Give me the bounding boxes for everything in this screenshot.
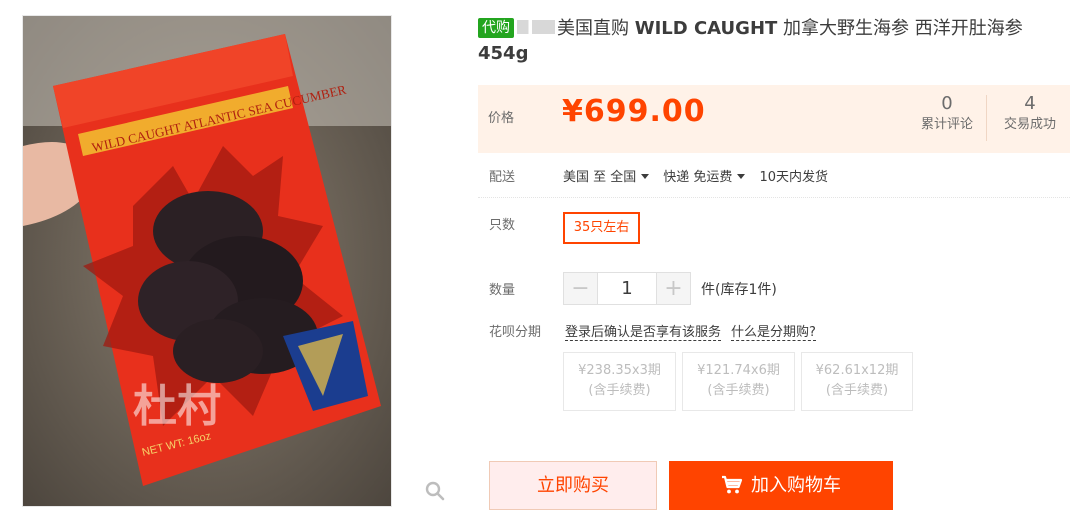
watermark-text: 杜村 xyxy=(133,381,221,432)
huabei-login-link[interactable]: 登录后确认是否享有该服务 xyxy=(565,325,722,341)
delivery-label: 配送 xyxy=(489,170,516,185)
redacted-brand xyxy=(517,20,555,34)
delivery-info: 美国 至 全国 快递 免运费 10天内发货 xyxy=(563,166,828,185)
zoom-icon[interactable] xyxy=(424,480,446,502)
trade-stat: 4 交易成功 xyxy=(994,93,1066,135)
sku-label: 只数 xyxy=(489,218,516,233)
trade-label: 交易成功 xyxy=(1003,117,1056,132)
price-label: 价格 xyxy=(488,111,515,126)
divider xyxy=(478,197,1070,198)
shipping-method: 快递 免运费 xyxy=(663,170,733,185)
title-text-2: 加拿大野生海参 西洋开肚海参 xyxy=(777,18,1023,39)
daigou-tag: 代购 xyxy=(478,18,514,38)
quantity-label: 数量 xyxy=(489,283,516,298)
quantity-input[interactable]: 1 xyxy=(597,273,657,304)
add-to-cart-button[interactable]: 加入购物车 xyxy=(669,461,893,510)
sku-option-35[interactable]: 35只左右 xyxy=(563,212,640,244)
price-value: ¥699.00 xyxy=(562,94,706,129)
quantity-plus-button[interactable]: + xyxy=(657,273,690,304)
product-photo: WILD CAUGHT ATLANTIC SEA CUCUMBER NET WT… xyxy=(23,16,391,506)
chevron-down-icon xyxy=(737,174,746,179)
cart-icon xyxy=(722,475,743,494)
title-bold-1: WILD CAUGHT xyxy=(634,18,778,39)
chevron-down-icon xyxy=(641,174,650,179)
product-image[interactable]: WILD CAUGHT ATLANTIC SEA CUCUMBER NET WT… xyxy=(22,15,392,507)
title-bold-2: 454g xyxy=(478,43,529,64)
huabei-info: 登录后确认是否享有该服务 什么是分期购? xyxy=(565,321,816,341)
shipping-method-select[interactable]: 快递 免运费 xyxy=(663,170,759,185)
review-count: 0 xyxy=(941,93,953,114)
huabei-label: 花呗分期 xyxy=(489,325,542,340)
delivery-destination-select[interactable]: 全国 xyxy=(610,170,663,185)
installment-fee: (含手续费) xyxy=(825,383,889,398)
huabei-help-link[interactable]: 什么是分期购? xyxy=(731,325,816,341)
stock-info: 件(库存1件) xyxy=(701,282,777,298)
installment-fee: (含手续费) xyxy=(707,383,770,398)
product-title: 代购 美国直购 WILD CAUGHT 加拿大野生海参 西洋开肚海参 454g xyxy=(478,16,1068,66)
installment-amount: ¥238.35x3期 xyxy=(578,363,661,378)
quantity-minus-button[interactable]: − xyxy=(564,273,597,304)
delivery-destination: 全国 xyxy=(610,170,637,185)
installment-option-6[interactable]: ¥121.74x6期 (含手续费) xyxy=(682,352,795,411)
quantity-stepper: − 1 + xyxy=(563,272,691,305)
installment-amount: ¥62.61x12期 xyxy=(815,363,899,378)
delivery-from: 美国 至 xyxy=(563,170,607,185)
installment-fee: (含手续费) xyxy=(588,383,651,398)
installment-option-12[interactable]: ¥62.61x12期 (含手续费) xyxy=(801,352,913,411)
installment-amount: ¥121.74x6期 xyxy=(697,363,780,378)
trade-count: 4 xyxy=(1024,93,1036,114)
ship-time: 10天内发货 xyxy=(759,170,828,185)
title-text-1: 美国直购 xyxy=(557,18,635,39)
price-panel: 价格 ¥699.00 0 累计评论 4 交易成功 xyxy=(478,85,1070,153)
stat-divider xyxy=(986,95,987,141)
buy-now-button[interactable]: 立即购买 xyxy=(489,461,657,510)
review-stat[interactable]: 0 累计评论 xyxy=(914,93,980,135)
review-label: 累计评论 xyxy=(920,117,973,132)
installment-option-3[interactable]: ¥238.35x3期 (含手续费) xyxy=(563,352,676,411)
add-to-cart-label: 加入购物车 xyxy=(751,475,841,496)
